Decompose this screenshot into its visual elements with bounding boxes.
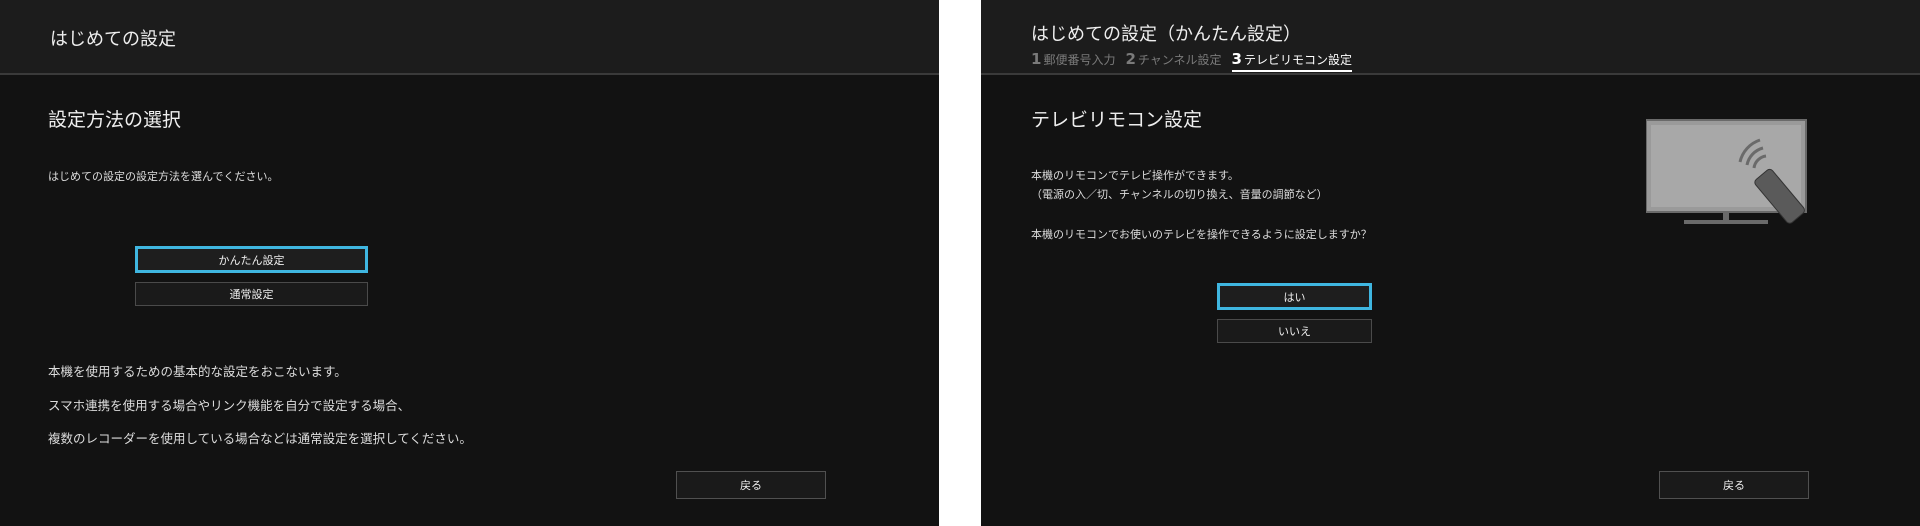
easy-setup-button[interactable]: かんたん設定	[135, 246, 368, 273]
section-heading: 設定方法の選択	[48, 109, 182, 131]
step-indicator: 1 郵便番号入力 2 チャンネル設定 3 テレビリモコン設定	[1031, 50, 1352, 72]
header-bar: はじめての設定（かんたん設定） 1 郵便番号入力 2 チャンネル設定 3 テレビ…	[981, 0, 1920, 75]
no-button[interactable]: いいえ	[1217, 319, 1372, 343]
header-bar: はじめての設定	[0, 0, 939, 75]
note-line: スマホ連携を使用する場合やリンク機能を自分で設定する場合、	[48, 398, 411, 413]
normal-setup-button[interactable]: 通常設定	[135, 282, 368, 306]
step-channel: 2 チャンネル設定	[1125, 50, 1222, 68]
yes-button[interactable]: はい	[1217, 283, 1372, 310]
tv-remote-icon	[1646, 119, 1807, 224]
note-line: 本機を使用するための基本的な設定をおこないます。	[48, 364, 347, 379]
back-button[interactable]: 戻る	[1659, 471, 1809, 499]
back-button[interactable]: 戻る	[676, 471, 826, 499]
instruction-text: はじめての設定の設定方法を選んでください。	[48, 170, 279, 183]
setup-method-screen: はじめての設定 設定方法の選択 はじめての設定の設定方法を選んでください。 かん…	[0, 0, 939, 526]
step-tv-remote: 3 テレビリモコン設定	[1231, 50, 1352, 72]
description-line: 本機のリモコンでテレビ操作ができます。	[1031, 169, 1239, 182]
step-postal-code: 1 郵便番号入力	[1031, 50, 1116, 68]
tv-remote-setup-screen: はじめての設定（かんたん設定） 1 郵便番号入力 2 チャンネル設定 3 テレビ…	[981, 0, 1920, 526]
page-title: はじめての設定	[50, 29, 176, 50]
section-heading: テレビリモコン設定	[1031, 109, 1203, 131]
question-text: 本機のリモコンでお使いのテレビを操作できるように設定しますか？	[1031, 228, 1372, 241]
description-line: （電源の入／切、チャンネルの切り換え、音量の調節など）	[1031, 188, 1328, 201]
page-title: はじめての設定（かんたん設定）	[1031, 24, 1301, 45]
note-line: 複数のレコーダーを使用している場合などは通常設定を選択してください。	[48, 431, 472, 446]
